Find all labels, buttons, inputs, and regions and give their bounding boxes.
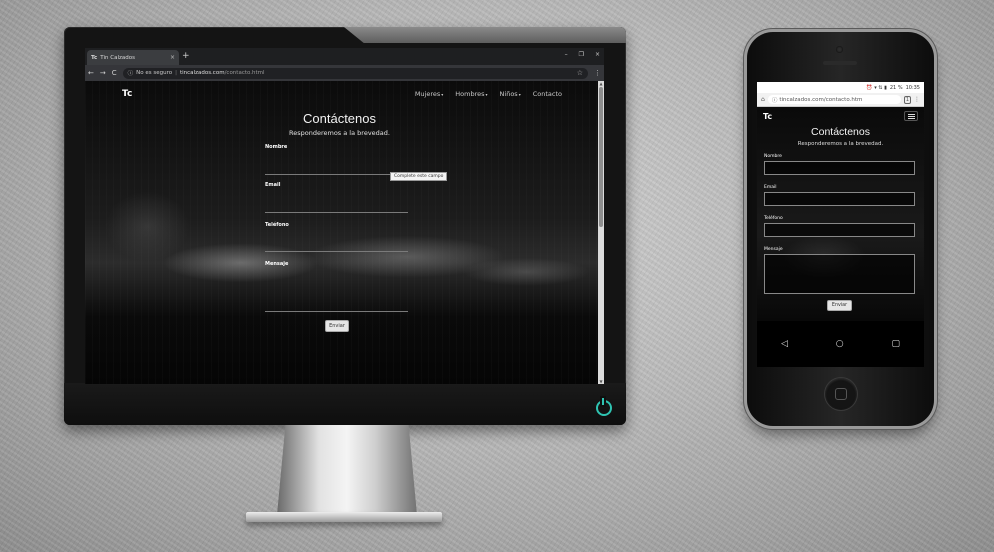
mobile-page: Tc Contáctenos Responderemos a la breved…: [757, 107, 924, 321]
home-circle-icon[interactable]: ○: [836, 339, 844, 349]
email-label: Email: [265, 182, 281, 188]
phone-screen: ⏰ ▾ ⇅ ▮ 21 % 10:35 ⌂ ⓘ tincalzados.com/c…: [757, 82, 924, 367]
battery-level: 21 %: [889, 84, 903, 91]
site-logo[interactable]: Tc: [763, 112, 772, 121]
email-input[interactable]: [764, 192, 915, 206]
mobile-browser-toolbar: ⌂ ⓘ tincalzados.com/contacto.htm 1 ⋮: [757, 93, 924, 107]
message-label: Mensaje: [764, 247, 783, 252]
message-textarea[interactable]: [265, 311, 408, 312]
menu-icon[interactable]: ⋮: [594, 69, 601, 77]
new-tab-button[interactable]: +: [182, 50, 190, 62]
mobile-address-bar[interactable]: ⓘ tincalzados.com/contacto.htm: [767, 95, 901, 104]
star-icon[interactable]: ☆: [577, 69, 583, 77]
favicon: Tc: [91, 54, 98, 61]
page-title: Contáctenos: [303, 111, 376, 126]
email-label: Email: [764, 185, 777, 190]
browser-tab[interactable]: Tc Tin Calzados ×: [87, 50, 179, 65]
scroll-down-icon[interactable]: ▼: [598, 379, 604, 384]
vertical-scrollbar[interactable]: ▲ ▼: [598, 81, 604, 384]
monitor-gloss: [344, 27, 626, 43]
phone-input[interactable]: [764, 223, 915, 237]
minimize-icon[interactable]: –: [565, 51, 568, 58]
send-button[interactable]: Enviar: [325, 320, 349, 332]
name-input[interactable]: [764, 161, 915, 175]
page-title: Contáctenos: [811, 126, 870, 138]
phone-label: Teléfono: [764, 216, 783, 221]
info-icon[interactable]: ⓘ: [772, 96, 778, 104]
android-nav-bar: ◁ ○ ▢: [757, 321, 924, 367]
reload-icon[interactable]: C: [112, 69, 117, 77]
url-path: /contacto.html: [224, 70, 265, 76]
tab-title: Tin Calzados: [100, 54, 135, 61]
nav-item-ninos[interactable]: Niños: [500, 90, 521, 98]
send-button[interactable]: Enviar: [827, 300, 852, 311]
recent-apps-icon[interactable]: ▢: [892, 339, 901, 349]
info-icon[interactable]: ⓘ: [128, 69, 134, 77]
site-nav: Mujeres Hombres Niños Contacto: [415, 90, 563, 98]
message-label: Mensaje: [265, 261, 289, 267]
email-input[interactable]: [265, 212, 408, 213]
page-subtitle: Responderemos a la brevedad.: [797, 141, 884, 147]
smartphone: ⏰ ▾ ⇅ ▮ 21 % 10:35 ⌂ ⓘ tincalzados.com/c…: [747, 32, 934, 426]
close-window-icon[interactable]: ×: [595, 51, 600, 58]
monitor-base: [246, 512, 442, 522]
nav-item-mujeres[interactable]: Mujeres: [415, 90, 443, 98]
window-controls: – ❐ ×: [565, 51, 600, 58]
scroll-up-icon[interactable]: ▲: [598, 81, 604, 86]
home-icon[interactable]: ⌂: [761, 96, 765, 103]
phone-speaker: [823, 61, 857, 65]
maximize-icon[interactable]: ❐: [579, 51, 584, 58]
back-icon[interactable]: ◁: [781, 339, 788, 349]
page-viewport: Tc Mujeres Hombres Niños Contacto Contác…: [85, 81, 604, 384]
separator: |: [175, 70, 177, 76]
hamburger-menu-icon[interactable]: [904, 111, 918, 121]
monitor-stand: [277, 425, 417, 515]
status-icons: ⏰ ▾ ⇅ ▮: [866, 84, 887, 91]
site-logo[interactable]: Tc: [122, 89, 132, 99]
tab-bar: Tc Tin Calzados × + – ❐ ×: [85, 48, 604, 65]
power-icon[interactable]: [596, 398, 612, 416]
clock: 10:35: [905, 84, 920, 91]
status-bar: ⏰ ▾ ⇅ ▮ 21 % 10:35: [757, 82, 924, 93]
address-bar[interactable]: ⓘ No es seguro | tincalzados.com/contact…: [122, 67, 588, 79]
monitor-chin: [64, 383, 626, 425]
back-arrow-icon[interactable]: ←: [88, 69, 94, 77]
nav-item-hombres[interactable]: Hombres: [455, 90, 487, 98]
browser-toolbar: ← → C ⓘ No es seguro | tincalzados.com/c…: [85, 65, 604, 81]
browser-window: Tc Tin Calzados × + – ❐ × ← → C ⓘ No es …: [85, 48, 604, 384]
scrollbar-thumb[interactable]: [599, 87, 603, 227]
phone-input[interactable]: [265, 251, 408, 252]
camera-icon: [836, 46, 843, 53]
tab-count-icon[interactable]: 1: [903, 95, 911, 104]
home-button[interactable]: [825, 378, 857, 410]
message-textarea[interactable]: [764, 254, 915, 294]
page-subtitle: Responderemos a la brevedad.: [289, 129, 390, 137]
phone-label: Teléfono: [265, 222, 289, 228]
nav-item-contacto[interactable]: Contacto: [533, 90, 563, 98]
close-icon[interactable]: ×: [170, 54, 175, 61]
menu-icon[interactable]: ⋮: [914, 96, 920, 103]
url-host: tincalzados.com: [179, 70, 225, 76]
security-label: No es seguro: [136, 70, 173, 76]
mobile-url: tincalzados.com/contacto.htm: [779, 96, 863, 103]
name-label: Nombre: [764, 154, 782, 159]
name-input[interactable]: [265, 174, 408, 175]
validation-tooltip: Complete este campo: [390, 172, 448, 181]
forward-arrow-icon[interactable]: →: [100, 69, 106, 77]
name-label: Nombre: [265, 144, 288, 150]
